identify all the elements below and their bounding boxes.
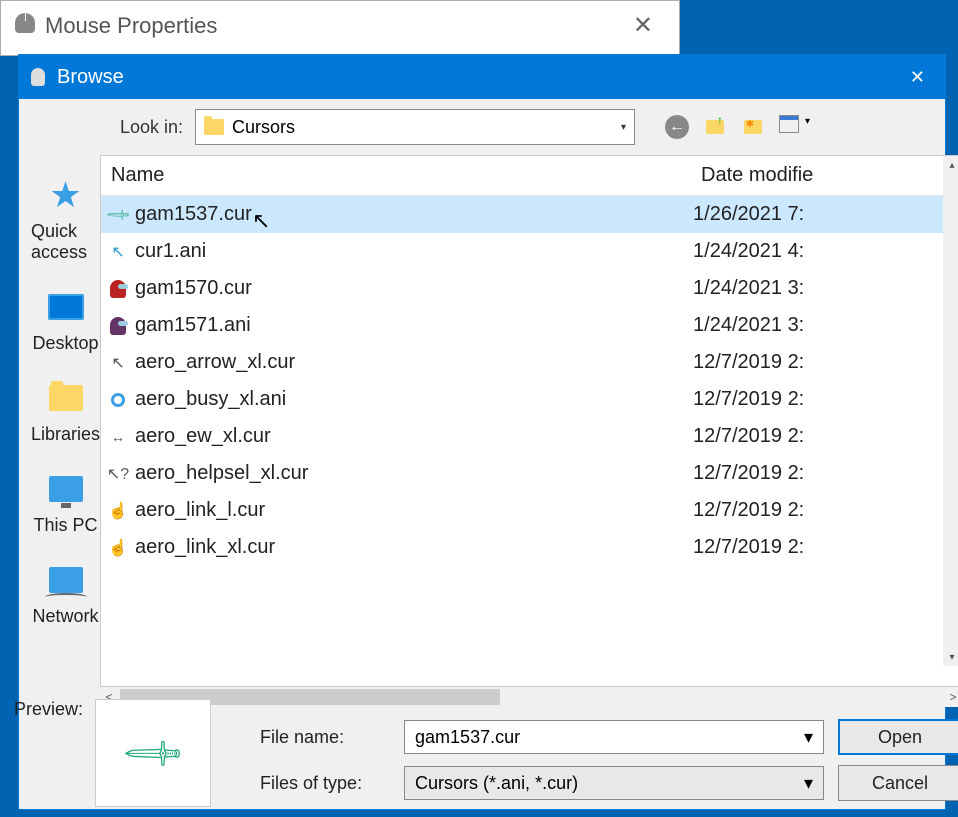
file-date: 12/7/2019 2: [693,351,955,374]
file-row[interactable]: ↖ cur1.ani1/24/2021 4: [101,233,958,270]
parent-window-title: Mouse Properties [45,13,217,38]
link-icon: ☝ [107,537,129,559]
lookin-combobox[interactable]: Cursors ▾ [195,109,635,145]
lookin-value: Cursors [232,117,621,138]
file-row[interactable]: ↖ aero_arrow_xl.cur12/7/2019 2: [101,344,958,381]
file-name: aero_ew_xl.cur [135,425,693,448]
file-date: 1/24/2021 3: [693,277,955,300]
file-date: 12/7/2019 2: [693,425,955,448]
chevron-down-icon: ▾ [804,727,813,748]
chevron-down-icon: ▾ [621,122,626,133]
link-icon: ☝ [107,500,129,522]
file-row[interactable]: ☝ aero_link_l.cur12/7/2019 2: [101,492,958,529]
filetype-value: Cursors (*.ani, *.cur) [415,773,578,794]
star-icon: ★ [49,174,81,216]
parent-close-button[interactable]: ✕ [621,11,665,40]
preview-area: Preview: 🗡 [8,693,217,813]
place-quick-access[interactable]: ★ Quick access [31,175,100,263]
sword-icon: 🗡 [118,718,187,787]
file-name: aero_busy_xl.ani [135,388,693,411]
preview-label: Preview: [14,699,83,720]
desktop-icon [48,294,84,320]
file-name: gam1537.cur [135,203,693,226]
place-desktop[interactable]: Desktop [32,287,98,354]
help-icon: ↖? [107,463,129,485]
file-name: aero_link_xl.cur [135,536,693,559]
network-icon [49,567,83,593]
file-row[interactable]: ↖? aero_helpsel_xl.cur12/7/2019 2: [101,455,958,492]
file-date: 1/24/2021 3: [693,314,955,337]
dialog-title: Browse [57,66,124,89]
horizontal-scrollbar[interactable]: < > [100,687,958,707]
chevron-down-icon: ▾ [804,773,813,794]
filename-combobox[interactable]: gam1537.cur ▾ [404,720,824,754]
file-row[interactable]: ☝ aero_link_xl.cur12/7/2019 2: [101,529,958,566]
filename-label: File name: [260,727,390,748]
file-row[interactable]: gam1570.cur1/24/2021 3: [101,270,958,307]
among-p-icon [107,315,129,337]
up-one-level-button[interactable] [703,115,727,139]
file-name: cur1.ani [135,240,693,263]
back-button[interactable]: ← [665,115,689,139]
file-date: 12/7/2019 2: [693,462,955,485]
mouse-icon [15,13,35,33]
folder-icon [204,119,224,135]
filename-value: gam1537.cur [415,727,520,748]
file-row[interactable]: aero_busy_xl.ani12/7/2019 2: [101,381,958,418]
file-name: gam1571.ani [135,314,693,337]
file-date: 12/7/2019 2: [693,536,955,559]
close-button[interactable]: ✕ [902,63,933,92]
file-listview[interactable]: Name Date modifie 🗡 gam1537.cur1/26/2021 … [100,155,958,687]
scroll-right-button[interactable]: > [944,690,958,704]
file-name: aero_arrow_xl.cur [135,351,693,374]
cancel-button[interactable]: Cancel [838,765,958,801]
file-date: 1/26/2021 7: [693,203,955,226]
file-row[interactable]: ↔ aero_ew_xl.cur12/7/2019 2: [101,418,958,455]
mouse-icon [31,68,45,86]
file-date: 12/7/2019 2: [693,499,955,522]
dialog-titlebar[interactable]: Browse ✕ [19,55,945,99]
place-network[interactable]: Network [33,560,99,627]
new-folder-button[interactable] [741,115,765,139]
file-row[interactable]: gam1571.ani1/24/2021 3: [101,307,958,344]
file-date: 1/24/2021 4: [693,240,955,263]
arrow-icon: ↖ [107,241,129,263]
busy-icon [107,389,129,411]
filetype-label: Files of type: [260,773,390,794]
parent-window: Mouse Properties ✕ [0,0,680,56]
pc-icon [49,476,83,502]
file-name: aero_link_l.cur [135,499,693,522]
place-libraries[interactable]: Libraries [31,378,100,445]
lookin-label: Look in: [31,117,183,138]
open-button[interactable]: Open [838,719,958,755]
column-header-name[interactable]: Name [101,156,691,195]
libraries-icon [49,385,83,411]
ew-icon: ↔ [107,426,129,448]
column-header-date[interactable]: Date modifie [691,156,958,195]
preview-box: 🗡 [95,699,211,807]
sword-icon: 🗡 [107,204,129,226]
filetype-combobox[interactable]: Cursors (*.ani, *.cur) ▾ [404,766,824,800]
file-row[interactable]: 🗡 gam1537.cur1/26/2021 7: [101,196,958,233]
view-menu-button[interactable] [779,115,799,133]
among-r-icon [107,278,129,300]
file-name: gam1570.cur [135,277,693,300]
place-this-pc[interactable]: This PC [34,469,98,536]
file-name: aero_helpsel_xl.cur [135,462,693,485]
vertical-scrollbar[interactable]: ▴ ▾ [943,156,958,666]
scroll-down-button[interactable]: ▾ [943,648,958,666]
scroll-up-button[interactable]: ▴ [943,156,958,174]
cursor-icon: ↖ [107,352,129,374]
file-date: 12/7/2019 2: [693,388,955,411]
